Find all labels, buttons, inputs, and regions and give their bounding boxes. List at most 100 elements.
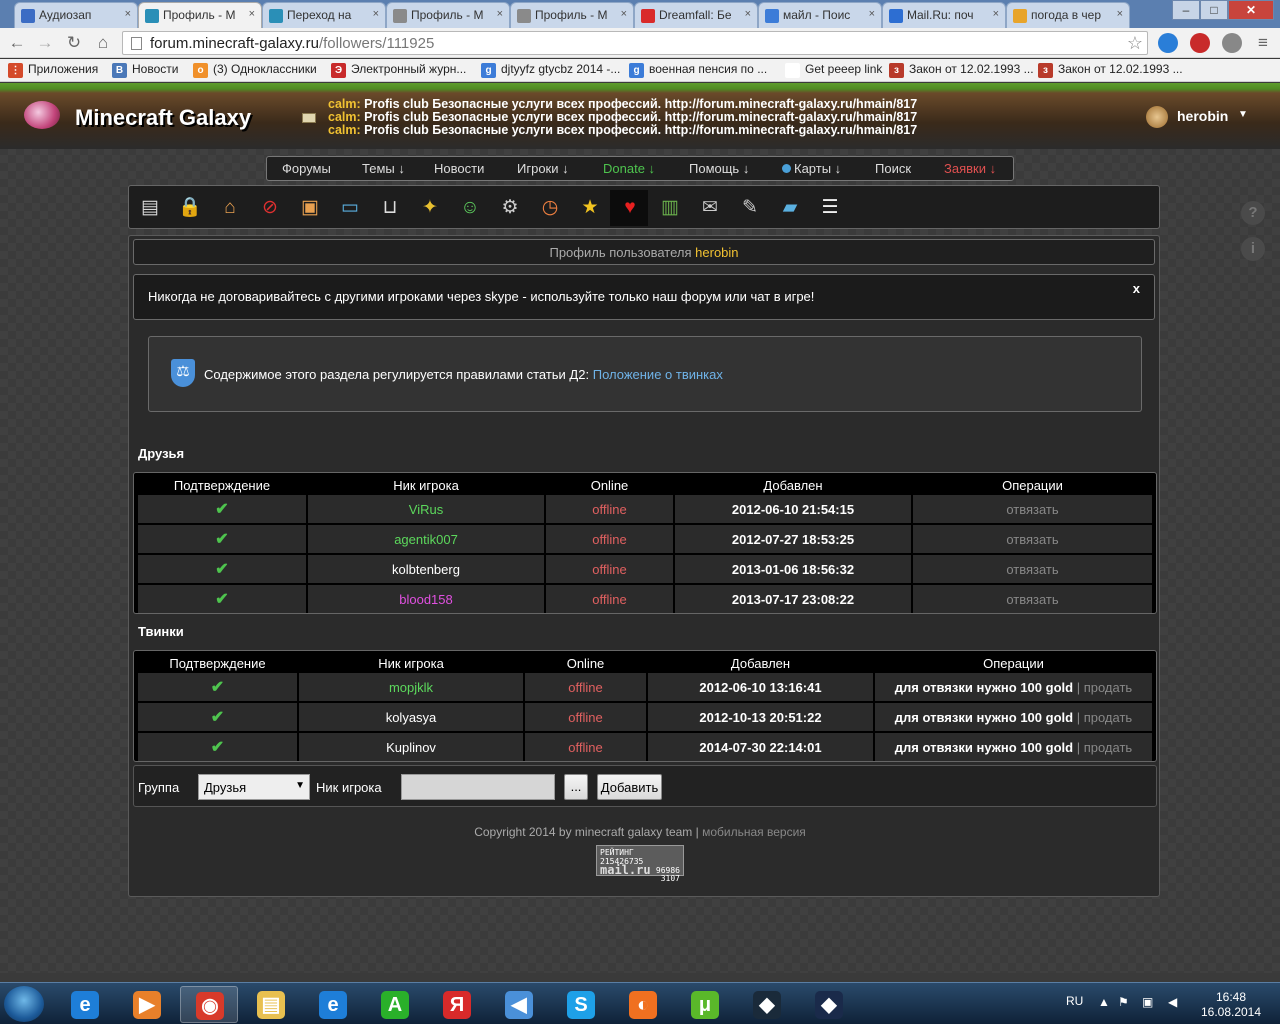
toolbar-picture-button[interactable]: ▣ [290,190,328,226]
player-nick-link[interactable]: blood158 [308,585,544,613]
bookmark-item[interactable]: ⋮ Приложения [8,62,98,78]
browser-tab[interactable]: Mail.Ru: поч × [882,2,1006,28]
speaker-taskbar-button[interactable]: ◀ [490,986,548,1023]
start-button[interactable] [4,986,44,1022]
player-nick-link[interactable]: mopjklk [299,673,523,701]
nick-input[interactable] [401,774,555,800]
toolbar-notepad-button[interactable]: ☰ [810,190,848,226]
close-tab-icon[interactable]: × [497,8,503,20]
browser-tab[interactable]: Профиль - М × [138,2,262,28]
bookmark-item[interactable]: В Новости [112,62,178,78]
close-tab-icon[interactable]: × [621,8,627,20]
sell-link[interactable]: продать [1084,740,1132,755]
browser-tab[interactable]: Профиль - М × [510,2,634,28]
help-icon[interactable]: ? [1241,201,1265,225]
flag-icon[interactable]: ⚑ [1118,995,1129,1009]
bookmark-item[interactable]: з Закон от 12.02.1993 ... [889,62,1034,78]
language-indicator[interactable]: RU [1066,994,1083,1008]
translate-extension-icon[interactable] [1158,33,1178,53]
toolbar-heart-button[interactable]: ♥ [610,190,648,226]
origin-taskbar-button[interactable]: ◐ [614,986,672,1023]
close-window-button[interactable]: ✕ [1228,0,1274,20]
adblock-extension-icon[interactable] [1190,33,1210,53]
toolbar-home-button[interactable]: ⌂ [210,190,248,226]
browser-tab[interactable]: Переход на × [262,2,386,28]
utorrent-taskbar-button[interactable]: μ [676,986,734,1023]
close-tab-icon[interactable]: × [125,8,131,20]
menu-forums[interactable]: Форумы [282,161,331,176]
player-nick-link[interactable]: ViRus [308,495,544,523]
menu-search[interactable]: Поиск [875,161,911,176]
twinks-rules-link[interactable]: Положение о твинках [593,367,723,382]
toolbar-landscape-button[interactable]: ▭ [330,190,368,226]
maximize-button[interactable]: □ [1200,0,1228,20]
player-nick-link[interactable]: Kuplinov [299,733,523,761]
mail-icon[interactable] [302,113,316,123]
toolbar-user-button[interactable]: ☺ [450,190,488,226]
tray-arrow-icon[interactable]: ▲ [1098,995,1110,1009]
address-bar[interactable]: forum.minecraft-galaxy.ru/followers/1119… [122,31,1148,55]
browser-tab[interactable]: майл - Поис × [758,2,882,28]
internet-explorer-taskbar-button[interactable]: e [56,986,114,1023]
toolbar-ban-button[interactable]: ⊘ [250,190,288,226]
group-select[interactable]: Друзья ▼ [198,774,310,800]
skype-taskbar-button[interactable]: S [552,986,610,1023]
game-launcher-taskbar-button[interactable]: ◆ [738,986,796,1023]
player-nick-link[interactable]: kolbtenberg [308,555,544,583]
close-tab-icon[interactable]: × [1117,8,1123,20]
minimize-button[interactable]: – [1172,0,1200,20]
network-icon[interactable]: ▣ [1142,995,1153,1009]
toolbar-cart-button[interactable]: ⊔ [370,190,408,226]
toolbar-alarm-clock-button[interactable]: ◷ [530,190,568,226]
browse-button[interactable]: ... [564,774,588,800]
player-nick-link[interactable]: agentik007 [308,525,544,553]
site-logo[interactable]: Minecraft Galaxy [75,105,251,131]
mobile-version-link[interactable]: мобильная версия [702,825,806,839]
unlink-link[interactable]: отвязать [913,495,1152,523]
volume-icon[interactable]: ◀ [1168,995,1177,1009]
info-icon[interactable]: i [1241,237,1265,261]
toolbar-medal-button[interactable]: ✦ [410,190,448,226]
add-button[interactable]: Добавить [597,774,662,800]
game-launcher-2-taskbar-button[interactable]: ◆ [800,986,858,1023]
clock[interactable]: 16:48 16.08.2014 [1196,990,1266,1020]
file-explorer-taskbar-button[interactable]: ▤ [242,986,300,1023]
close-tab-icon[interactable]: × [249,8,255,20]
close-tab-icon[interactable]: × [869,8,875,20]
reload-icon[interactable]: ↻ [63,32,85,54]
toolbar-bar-chart-button[interactable]: ▥ [650,190,688,226]
browser-tab[interactable]: погода в чер × [1006,2,1130,28]
menu-orders[interactable]: Заявки ↓ [944,161,996,176]
chrome-taskbar-button[interactable]: ◉ [180,986,238,1023]
toolbar-envelope-button[interactable]: ✉ [690,190,728,226]
bookmark-item[interactable]: Get peeep link [785,62,882,78]
back-arrow-icon[interactable]: ← [6,32,28,54]
media-player-taskbar-button[interactable]: ▶ [118,986,176,1023]
home-icon[interactable]: ⌂ [92,32,114,54]
internet-explorer-2-taskbar-button[interactable]: e [304,986,362,1023]
bookmark-item[interactable]: о (3) Одноклассники [193,62,317,78]
toolbar-edit-button[interactable]: ✎ [730,190,768,226]
browser-tab[interactable]: Аудиозап × [14,2,138,28]
yandex-taskbar-button[interactable]: Я [428,986,486,1023]
galaxy-logo-icon[interactable] [24,101,60,129]
menu-help[interactable]: Помощь ↓ [689,161,749,176]
menu-donate[interactable]: Donate ↓ [603,161,655,176]
unlink-link[interactable]: отвязать [913,525,1152,553]
forward-arrow-icon[interactable]: → [34,32,56,54]
toolbar-lock-button[interactable]: 🔒 [170,190,208,226]
film-extension-icon[interactable] [1222,33,1242,53]
close-tab-icon[interactable]: × [373,8,379,20]
browser-tab[interactable]: Профиль - М × [386,2,510,28]
unlink-link[interactable]: отвязать [913,555,1152,583]
close-tab-icon[interactable]: × [745,8,751,20]
bookmark-star-icon[interactable]: ☆ [1127,33,1143,54]
menu-topics[interactable]: Темы ↓ [362,161,405,176]
browser-tab[interactable]: Dreamfall: Бе × [634,2,758,28]
close-warning-button[interactable]: x [1133,281,1140,296]
sell-link[interactable]: продать [1084,680,1132,695]
sell-link[interactable]: продать [1084,710,1132,725]
menu-maps[interactable]: Карты ↓ [782,161,841,176]
bookmark-item[interactable]: Э Электронный журн... [331,62,466,78]
toolbar-star-button[interactable]: ★ [570,190,608,226]
